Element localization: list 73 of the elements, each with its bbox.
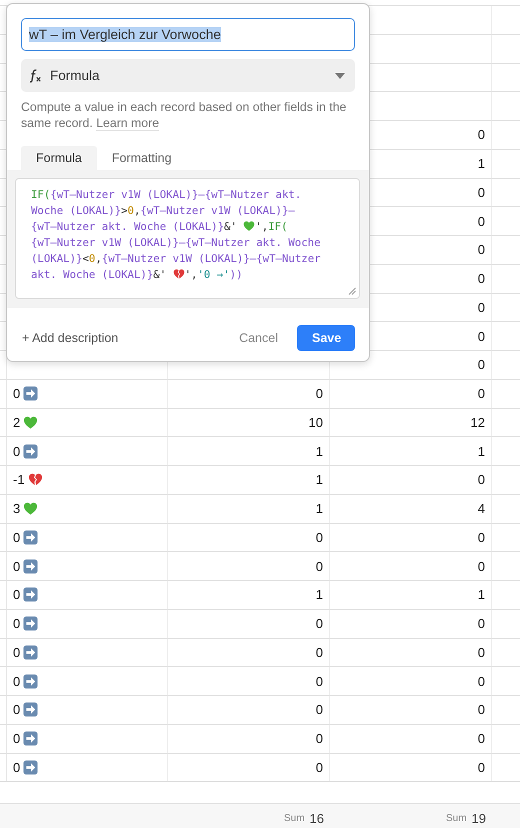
heart-icon bbox=[243, 220, 256, 232]
table-cell: 2 bbox=[13, 414, 20, 430]
sum-value: 19 bbox=[472, 810, 486, 826]
table-cell: 10 bbox=[308, 414, 323, 430]
table-cell: 0 bbox=[13, 444, 20, 459]
table-cell: -1 bbox=[13, 472, 25, 488]
sum-label: Sum bbox=[284, 812, 305, 824]
table-cell: 0 bbox=[316, 731, 323, 746]
table-cell: 0 bbox=[478, 386, 485, 402]
table-cell: 0 bbox=[13, 616, 20, 632]
table-cell: 0 bbox=[478, 184, 485, 200]
table-cell: 0 bbox=[13, 386, 20, 402]
table-cell: 0 bbox=[316, 530, 323, 545]
table-cell: 0 bbox=[13, 587, 20, 602]
cancel-button[interactable]: Cancel bbox=[224, 325, 293, 351]
table-cell: 1 bbox=[478, 444, 485, 459]
field-description: Compute a value in each record based on other fields in the same record. Learn more bbox=[21, 99, 348, 131]
table-cell: 1 bbox=[478, 156, 485, 172]
table-cell: 12 bbox=[470, 414, 485, 430]
table-cell: 0 bbox=[316, 616, 323, 632]
broken-heart-icon bbox=[172, 268, 185, 280]
table-cell: 0 bbox=[478, 702, 485, 718]
sum-label: Sum bbox=[446, 812, 467, 824]
table-cell: 0 bbox=[478, 616, 485, 632]
table-cell: 0 bbox=[13, 702, 20, 718]
table-cell: 1 bbox=[316, 501, 323, 516]
resize-handle-icon[interactable] bbox=[348, 287, 356, 295]
function-icon bbox=[28, 68, 42, 82]
table-cell: 0 bbox=[478, 644, 485, 660]
field-type-dropdown[interactable]: Formula bbox=[21, 59, 355, 92]
table-cell: 0 bbox=[13, 731, 20, 746]
table-cell: 0 bbox=[316, 644, 323, 660]
learn-more-link[interactable]: Learn more bbox=[96, 116, 160, 131]
table-cell: 0 bbox=[478, 271, 485, 286]
table-cell: 0 bbox=[13, 760, 20, 775]
table-cell: 0 bbox=[13, 558, 20, 574]
table-cell: 0 bbox=[13, 530, 20, 545]
table-cell: 0 bbox=[316, 702, 323, 718]
table-cell: 0 bbox=[478, 300, 485, 315]
table-cell: 1 bbox=[316, 587, 323, 602]
sum-value: 16 bbox=[310, 810, 324, 826]
table-cell: 1 bbox=[316, 444, 323, 459]
table-cell: 0 bbox=[478, 472, 485, 488]
table-cell: 0 bbox=[316, 674, 323, 689]
broken-heart-icon bbox=[28, 472, 43, 488]
caret-icon bbox=[335, 72, 345, 78]
table-cell: 0 bbox=[478, 731, 485, 746]
table-cell: 4 bbox=[478, 501, 485, 516]
table-cell: 0 bbox=[478, 674, 485, 689]
table-cell: 0 bbox=[478, 558, 485, 574]
save-button[interactable]: Save bbox=[297, 325, 355, 351]
table-cell: 0 bbox=[478, 242, 485, 258]
add-description-link[interactable]: + Add description bbox=[21, 331, 118, 345]
table-cell: 1 bbox=[478, 587, 485, 602]
tab[interactable]: Formatting bbox=[96, 146, 187, 170]
table-cell: 0 bbox=[316, 558, 323, 574]
table-cell: 0 bbox=[316, 386, 323, 402]
table-cell: 0 bbox=[13, 674, 20, 689]
table-cell: 0 bbox=[316, 760, 323, 775]
heart-icon bbox=[23, 414, 38, 430]
table-cell: 1 bbox=[316, 472, 323, 488]
table-cell: 0 bbox=[478, 530, 485, 545]
tab[interactable]: Formula bbox=[21, 146, 97, 170]
table-cell: 0 bbox=[478, 214, 485, 229]
table-cell: 0 bbox=[478, 127, 485, 142]
table-cell: 0 bbox=[478, 760, 485, 775]
table-cell: 3 bbox=[13, 501, 20, 516]
table-cell: 0 bbox=[478, 328, 485, 344]
heart-icon bbox=[23, 501, 38, 516]
formula-editor[interactable]: IF({wT–Nutzer v1W (LOKAL)}–{wT–Nutzer akt. Woche (LOKAL)}>0,{wT–Nutzer v1W (LOKAL)}– {wT–Nutzer akt. Woche (LOKAL)}&' ',IF( {wT–Nutzer v1W (LOKAL)}–{wT–Nutzer akt. Woche (LOKAL)}<0,{wT–Nutzer v1W (LOKAL)}–{wT–Nutzer akt. Woche (LOKAL)}&' ','0 →')) bbox=[15, 178, 360, 299]
table-cell: 0 bbox=[13, 644, 20, 660]
field-name-input[interactable]: wT – im Vergleich zur Vorwoche bbox=[21, 18, 355, 51]
table-cell: 0 bbox=[478, 357, 485, 372]
